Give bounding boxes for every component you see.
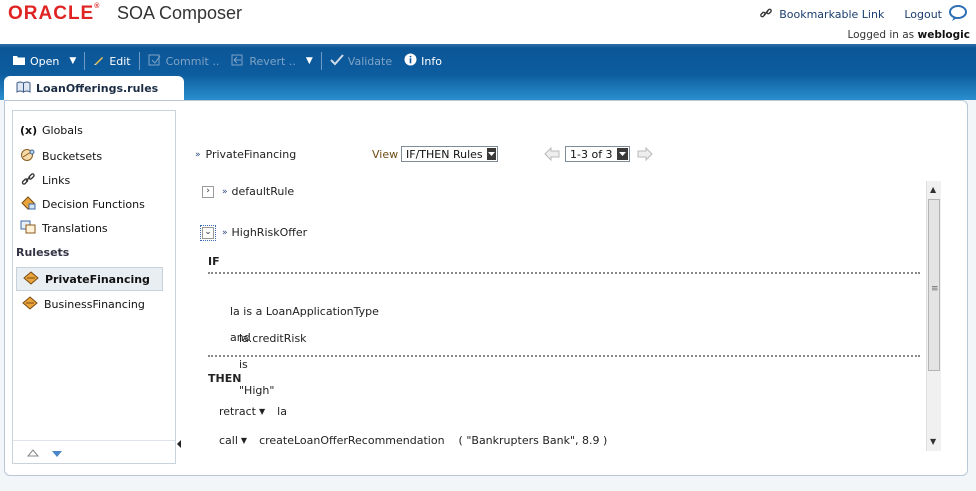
rule-name: HighRiskOffer: [231, 226, 308, 239]
username: weblogic: [917, 29, 971, 41]
toolbar-separator: [138, 52, 140, 70]
divider: [208, 272, 920, 274]
variable-icon: (x): [20, 124, 38, 137]
ruleset-title: » PrivateFinancing: [195, 148, 297, 161]
sidebar-item-bucketsets[interactable]: Bucketsets: [20, 148, 102, 165]
grip-icon: ≡: [931, 284, 939, 294]
rule-name: defaultRule: [231, 185, 295, 198]
sidebar-ruleset-privatefinancing[interactable]: PrivateFinancing: [16, 267, 163, 291]
condition-row[interactable]: la.creditRisk is "High": [232, 319, 307, 397]
ruleset-icon: [22, 295, 38, 313]
sidebar-item-translations[interactable]: Translations: [20, 220, 108, 237]
double-chevron-down-icon: »: [222, 186, 228, 197]
logout-link[interactable]: Logout: [904, 8, 942, 21]
link-icon: [759, 6, 773, 23]
pencil-icon: [93, 54, 105, 69]
bucketset-icon: [20, 148, 36, 165]
if-label: IF: [208, 255, 220, 268]
chevron-down-icon[interactable]: ▼: [259, 407, 265, 416]
page-select[interactable]: 1-3 of 3: [565, 146, 630, 162]
book-icon: [16, 81, 31, 96]
chevron-down-icon[interactable]: [486, 148, 496, 160]
decision-function-icon: [20, 196, 36, 213]
view-label: View: [372, 148, 399, 161]
checkmark-icon: [330, 53, 344, 69]
divider: [208, 355, 920, 357]
folder-icon: [12, 54, 26, 69]
bookmarkable-link[interactable]: Bookmarkable Link: [779, 8, 884, 21]
expand-toggle[interactable]: ›: [202, 185, 214, 198]
condition-subject: la.creditRisk: [239, 332, 307, 345]
action-target[interactable]: createLoanOfferRecommendation: [259, 434, 444, 447]
edit-button[interactable]: Edit: [87, 50, 136, 72]
condition-value: "High": [239, 384, 275, 397]
chevron-down-icon[interactable]: ▼: [241, 436, 247, 445]
tab-loanofferings-rules[interactable]: LoanOfferings.rules: [4, 76, 184, 100]
validate-button[interactable]: Validate: [324, 50, 398, 72]
double-chevron-down-icon: »: [222, 227, 228, 238]
then-label: THEN: [208, 372, 242, 385]
revert-button[interactable]: Revert .. ▼: [225, 50, 318, 72]
info-button[interactable]: Info: [398, 50, 448, 72]
condition-subject: la is a LoanApplicationType: [230, 305, 379, 318]
revert-icon: [231, 54, 245, 69]
rule-highriskoffer: ⌄ » HighRiskOffer: [200, 224, 308, 241]
action-row[interactable]: call ▼ createLoanOfferRecommendation ( "…: [219, 434, 607, 447]
toolbar-separator: [84, 52, 86, 70]
vertical-scrollbar[interactable]: ▲ ≡ ▼: [926, 181, 941, 451]
app-title: SOA Composer: [117, 3, 243, 23]
condition-operator: is: [239, 358, 248, 371]
scroll-up-icon[interactable]: ▲: [930, 185, 936, 194]
help-bubble-icon[interactable]: [948, 4, 968, 25]
link-icon: [20, 172, 36, 189]
sidebar-footer: [13, 440, 175, 463]
header-links: Bookmarkable Link Logout: [759, 4, 968, 25]
view-select[interactable]: IF/THEN Rules: [401, 146, 498, 162]
sidebar-item-links[interactable]: Links: [20, 172, 70, 189]
toolbar-separator: [320, 52, 322, 70]
scroll-thumb[interactable]: ≡: [928, 199, 940, 371]
translation-icon: [20, 220, 36, 237]
sidebar-item-globals[interactable]: (x) Globals: [20, 124, 83, 137]
action-verb[interactable]: call: [219, 434, 238, 447]
scroll-down-icon[interactable]: ▼: [930, 437, 936, 446]
toolbar: Open ▼ Edit Commit .. Revert .. ▼ Valida…: [0, 46, 448, 76]
chevron-down-icon[interactable]: ▼: [306, 56, 313, 66]
action-target[interactable]: la: [277, 405, 287, 418]
action-row[interactable]: retract ▼ la: [219, 405, 287, 418]
commit-button[interactable]: Commit ..: [142, 50, 226, 72]
splitter-handle[interactable]: [176, 434, 182, 454]
app-header: ORACLE® SOA Composer Bookmarkable Link L…: [0, 0, 976, 44]
next-page-icon[interactable]: [637, 146, 653, 162]
move-up-icon[interactable]: [26, 447, 40, 460]
rule-defaultrule: › » defaultRule: [202, 185, 294, 198]
action-arguments[interactable]: ( "Bankrupters Bank", 8.9 ): [459, 434, 608, 447]
sidebar-ruleset-businessfinancing[interactable]: BusinessFinancing: [16, 292, 163, 316]
ruleset-icon: [23, 270, 39, 288]
open-button[interactable]: Open ▼: [0, 50, 82, 72]
double-chevron-down-icon: »: [195, 149, 201, 160]
collapse-toggle[interactable]: ⌄: [200, 224, 216, 241]
oracle-logo: ORACLE®: [8, 3, 101, 24]
logged-in-status: Logged in as weblogic: [847, 29, 970, 41]
sidebar-item-decision-functions[interactable]: Decision Functions: [20, 196, 145, 213]
chevron-down-icon[interactable]: ▼: [69, 56, 76, 66]
chevron-down-icon[interactable]: [616, 148, 628, 160]
move-down-icon[interactable]: [51, 448, 63, 461]
rulesets-heading: Rulesets: [16, 246, 70, 259]
info-icon: [404, 53, 417, 69]
previous-page-icon[interactable]: [544, 146, 560, 162]
commit-icon: [148, 54, 162, 69]
action-verb[interactable]: retract: [219, 405, 256, 418]
